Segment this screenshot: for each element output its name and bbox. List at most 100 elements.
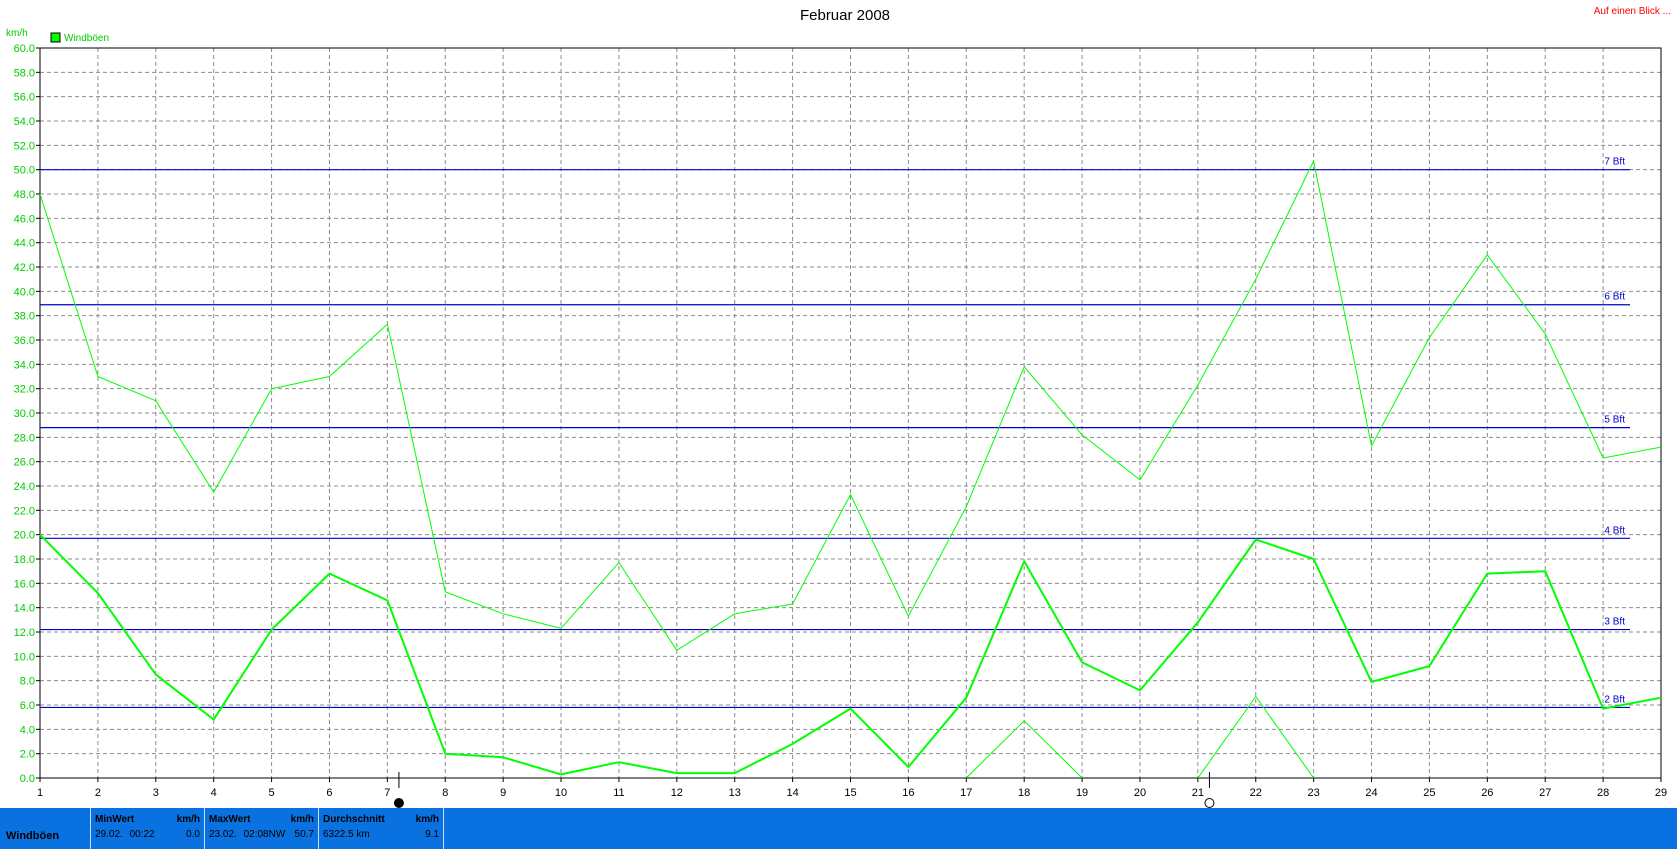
x-tick-label: 5 <box>269 787 275 799</box>
y-tick-label: 18.0 <box>14 554 35 566</box>
chart-title: Februar 2008 <box>800 7 890 24</box>
full-moon-icon <box>1204 798 1215 808</box>
y-tick-label: 54.0 <box>14 116 35 128</box>
y-tick-label: 2.0 <box>20 749 35 761</box>
y-axis-unit: km/h <box>6 28 28 39</box>
beaufort-label: 7 Bft <box>1604 157 1625 168</box>
series-line-mean <box>39 533 1662 776</box>
x-tick-label: 26 <box>1481 787 1493 799</box>
x-tick-label: 25 <box>1423 787 1435 799</box>
min-date: 29.02. <box>95 829 123 840</box>
beaufort-label: 4 Bft <box>1604 525 1625 536</box>
avg-unit: km/h <box>415 814 439 825</box>
stats-footer: Windböen MinWert km/h 29.02. 00:22 0.0 M… <box>0 808 1677 849</box>
y-tick-label: 16.0 <box>14 578 35 590</box>
new-moon-icon <box>393 798 404 808</box>
x-tick-label: 7 <box>384 787 390 799</box>
y-tick-label: 32.0 <box>14 384 35 396</box>
x-tick-label: 12 <box>671 787 683 799</box>
x-tick-label: 14 <box>786 787 798 799</box>
max-time: 02:08 <box>243 829 269 840</box>
beaufort-label: 2 Bft <box>1604 694 1625 705</box>
y-tick-label: 40.0 <box>14 286 35 298</box>
y-tick-label: 30.0 <box>14 408 35 420</box>
x-tick-label: 2 <box>95 787 101 799</box>
x-tick-label: 3 <box>153 787 159 799</box>
beaufort-label: 6 Bft <box>1604 292 1625 303</box>
avg-distance: 6322.5 km <box>323 829 370 840</box>
y-tick-label: 34.0 <box>14 359 35 371</box>
x-tick-label: 8 <box>442 787 448 799</box>
y-tick-label: 48.0 <box>14 189 35 201</box>
y-tick-label: 56.0 <box>14 92 35 104</box>
beaufort-label: 5 Bft <box>1604 415 1625 426</box>
x-tick-label: 20 <box>1134 787 1146 799</box>
y-tick-label: 24.0 <box>14 481 35 493</box>
min-unit: km/h <box>176 814 200 825</box>
x-tick-label: 9 <box>500 787 506 799</box>
y-tick-label: 12.0 <box>14 627 35 639</box>
x-tick-label: 1 <box>37 787 43 799</box>
stats-row-label: Windböen <box>6 830 60 842</box>
max-unit: km/h <box>290 814 314 825</box>
x-tick-label: 18 <box>1018 787 1030 799</box>
min-value: 0.0 <box>186 829 200 840</box>
y-tick-label: 22.0 <box>14 505 35 517</box>
legend: Windböen <box>50 32 109 44</box>
x-tick-label: 15 <box>844 787 856 799</box>
y-tick-label: 58.0 <box>14 67 35 79</box>
x-tick-label: 28 <box>1597 787 1609 799</box>
min-value-cell: MinWert km/h 29.02. 00:22 0.0 <box>95 812 200 845</box>
x-tick-label: 29 <box>1655 787 1667 799</box>
avg-header: Durchschnitt <box>323 814 385 825</box>
overview-link[interactable]: Auf einen Blick ... <box>1594 6 1671 17</box>
x-tick-label: 22 <box>1250 787 1262 799</box>
x-tick-label: 27 <box>1539 787 1551 799</box>
avg-value: 9.1 <box>425 829 439 840</box>
y-tick-label: 26.0 <box>14 457 35 469</box>
footer-divider <box>443 808 444 849</box>
plot-area: 0.0 2.0 4.0 6.0 8.0 10.0 12.0 14.0 16.0 18.0 20.0 2… <box>14 43 1667 808</box>
y-tick-label: 8.0 <box>20 676 35 688</box>
y-tick-label: 42.0 <box>14 262 35 274</box>
max-direction: NW <box>268 829 286 840</box>
legend-label: Windböen <box>64 33 109 44</box>
min-time: 00:22 <box>129 829 155 840</box>
y-tick-label: 14.0 <box>14 603 35 615</box>
y-tick-label: 60.0 <box>14 43 35 55</box>
footer-divider <box>204 808 205 849</box>
x-tick-label: 17 <box>960 787 972 799</box>
y-tick-label: 38.0 <box>14 311 35 323</box>
x-tick-label: 24 <box>1365 787 1377 799</box>
x-tick-label: 4 <box>211 787 217 799</box>
y-tick-label: 52.0 <box>14 140 35 152</box>
min-header: MinWert <box>95 814 135 825</box>
beaufort-label: 3 Bft <box>1604 617 1625 628</box>
y-tick-label: 50.0 <box>14 165 35 177</box>
x-tick-label: 21 <box>1192 787 1204 799</box>
x-tick-label: 19 <box>1076 787 1088 799</box>
y-tick-label: 0.0 <box>20 773 35 785</box>
x-tick-label: 16 <box>902 787 914 799</box>
max-value: 50.7 <box>294 829 314 840</box>
footer-divider <box>90 808 91 849</box>
x-tick-label: 23 <box>1308 787 1320 799</box>
max-header: MaxWert <box>209 814 251 825</box>
x-tick-label: 6 <box>326 787 332 799</box>
y-tick-label: 46.0 <box>14 213 35 225</box>
max-value-cell: MaxWert km/h 23.02. 02:08NW 50.7 <box>209 812 314 845</box>
y-tick-label: 28.0 <box>14 432 35 444</box>
y-tick-label: 20.0 <box>14 530 35 542</box>
y-tick-label: 44.0 <box>14 238 35 250</box>
max-date: 23.02. <box>209 829 237 840</box>
x-tick-label: 11 <box>613 787 624 799</box>
y-tick-label: 36.0 <box>14 335 35 347</box>
y-tick-label: 4.0 <box>20 724 35 736</box>
footer-divider <box>318 808 319 849</box>
y-tick-label: 6.0 <box>20 700 35 712</box>
x-tick-label: 13 <box>729 787 741 799</box>
chart: Februar 2008 km/h Windböen 0.0 2.0 4.0 6.0 8… <box>6 7 1667 808</box>
legend-swatch <box>50 32 61 43</box>
average-cell: Durchschnitt km/h 6322.5 km 9.1 <box>323 812 439 845</box>
y-tick-label: 10.0 <box>14 651 35 663</box>
